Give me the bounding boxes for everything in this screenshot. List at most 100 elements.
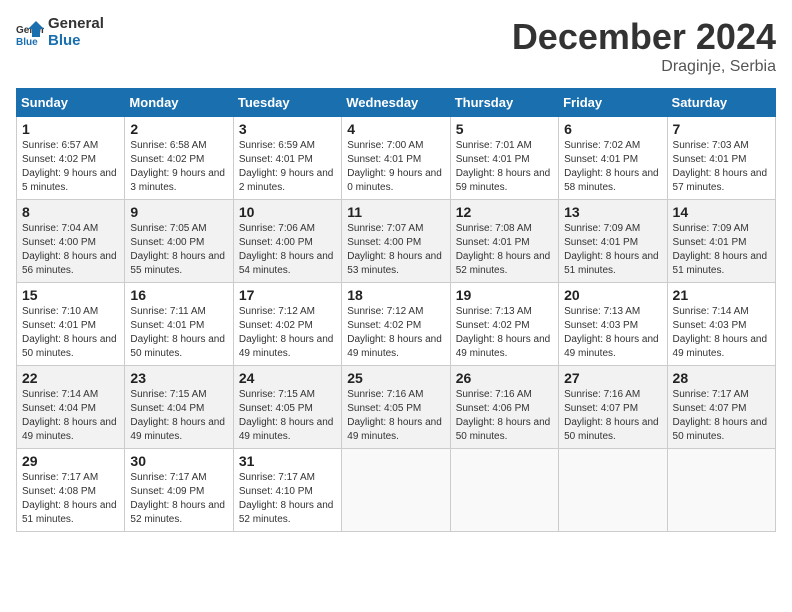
- day-number: 30: [130, 453, 227, 469]
- month-title: December 2024: [512, 16, 776, 58]
- calendar-cell: [559, 449, 667, 532]
- calendar-cell: 1 Sunrise: 6:57 AM Sunset: 4:02 PM Dayli…: [17, 117, 125, 200]
- calendar-week-row: 8 Sunrise: 7:04 AM Sunset: 4:00 PM Dayli…: [17, 200, 776, 283]
- logo: General Blue General Blue: [16, 16, 104, 49]
- calendar-cell: 5 Sunrise: 7:01 AM Sunset: 4:01 PM Dayli…: [450, 117, 558, 200]
- calendar-cell: 4 Sunrise: 7:00 AM Sunset: 4:01 PM Dayli…: [342, 117, 450, 200]
- day-info: Sunrise: 7:13 AM Sunset: 4:03 PM Dayligh…: [564, 305, 661, 361]
- day-info: Sunrise: 7:05 AM Sunset: 4:00 PM Dayligh…: [130, 222, 227, 278]
- calendar-cell: 6 Sunrise: 7:02 AM Sunset: 4:01 PM Dayli…: [559, 117, 667, 200]
- day-info: Sunrise: 7:03 AM Sunset: 4:01 PM Dayligh…: [673, 139, 770, 195]
- calendar-cell: 2 Sunrise: 6:58 AM Sunset: 4:02 PM Dayli…: [125, 117, 233, 200]
- day-number: 17: [239, 287, 336, 303]
- day-number: 3: [239, 121, 336, 137]
- day-number: 23: [130, 370, 227, 386]
- day-info: Sunrise: 6:57 AM Sunset: 4:02 PM Dayligh…: [22, 139, 119, 195]
- day-info: Sunrise: 7:04 AM Sunset: 4:00 PM Dayligh…: [22, 222, 119, 278]
- col-tuesday: Tuesday: [233, 89, 341, 117]
- day-number: 16: [130, 287, 227, 303]
- day-info: Sunrise: 7:11 AM Sunset: 4:01 PM Dayligh…: [130, 305, 227, 361]
- day-info: Sunrise: 7:16 AM Sunset: 4:06 PM Dayligh…: [456, 388, 553, 444]
- day-number: 20: [564, 287, 661, 303]
- calendar-cell: 23 Sunrise: 7:15 AM Sunset: 4:04 PM Dayl…: [125, 366, 233, 449]
- calendar-cell: [342, 449, 450, 532]
- day-number: 12: [456, 204, 553, 220]
- day-number: 31: [239, 453, 336, 469]
- calendar-cell: 8 Sunrise: 7:04 AM Sunset: 4:00 PM Dayli…: [17, 200, 125, 283]
- day-number: 28: [673, 370, 770, 386]
- day-number: 26: [456, 370, 553, 386]
- page-header: General Blue General Blue December 2024 …: [16, 16, 776, 76]
- calendar-cell: [450, 449, 558, 532]
- day-number: 5: [456, 121, 553, 137]
- calendar-week-row: 29 Sunrise: 7:17 AM Sunset: 4:08 PM Dayl…: [17, 449, 776, 532]
- day-number: 22: [22, 370, 119, 386]
- day-info: Sunrise: 7:07 AM Sunset: 4:00 PM Dayligh…: [347, 222, 444, 278]
- day-info: Sunrise: 7:02 AM Sunset: 4:01 PM Dayligh…: [564, 139, 661, 195]
- logo-icon: General Blue: [16, 19, 44, 47]
- logo-general: General: [48, 16, 104, 33]
- day-info: Sunrise: 6:58 AM Sunset: 4:02 PM Dayligh…: [130, 139, 227, 195]
- calendar-cell: 28 Sunrise: 7:17 AM Sunset: 4:07 PM Dayl…: [667, 366, 775, 449]
- col-monday: Monday: [125, 89, 233, 117]
- calendar-table: Sunday Monday Tuesday Wednesday Thursday…: [16, 88, 776, 532]
- calendar-week-row: 22 Sunrise: 7:14 AM Sunset: 4:04 PM Dayl…: [17, 366, 776, 449]
- day-info: Sunrise: 7:14 AM Sunset: 4:04 PM Dayligh…: [22, 388, 119, 444]
- calendar-cell: 14 Sunrise: 7:09 AM Sunset: 4:01 PM Dayl…: [667, 200, 775, 283]
- calendar-cell: 20 Sunrise: 7:13 AM Sunset: 4:03 PM Dayl…: [559, 283, 667, 366]
- calendar-cell: 29 Sunrise: 7:17 AM Sunset: 4:08 PM Dayl…: [17, 449, 125, 532]
- calendar-cell: 31 Sunrise: 7:17 AM Sunset: 4:10 PM Dayl…: [233, 449, 341, 532]
- day-info: Sunrise: 7:10 AM Sunset: 4:01 PM Dayligh…: [22, 305, 119, 361]
- day-number: 1: [22, 121, 119, 137]
- logo-blue: Blue: [48, 33, 104, 50]
- day-info: Sunrise: 7:00 AM Sunset: 4:01 PM Dayligh…: [347, 139, 444, 195]
- col-saturday: Saturday: [667, 89, 775, 117]
- day-info: Sunrise: 7:17 AM Sunset: 4:08 PM Dayligh…: [22, 471, 119, 527]
- calendar-cell: 18 Sunrise: 7:12 AM Sunset: 4:02 PM Dayl…: [342, 283, 450, 366]
- calendar-cell: 15 Sunrise: 7:10 AM Sunset: 4:01 PM Dayl…: [17, 283, 125, 366]
- calendar-cell: 10 Sunrise: 7:06 AM Sunset: 4:00 PM Dayl…: [233, 200, 341, 283]
- day-info: Sunrise: 7:01 AM Sunset: 4:01 PM Dayligh…: [456, 139, 553, 195]
- day-number: 9: [130, 204, 227, 220]
- svg-text:Blue: Blue: [16, 37, 38, 47]
- day-info: Sunrise: 7:08 AM Sunset: 4:01 PM Dayligh…: [456, 222, 553, 278]
- day-info: Sunrise: 7:09 AM Sunset: 4:01 PM Dayligh…: [564, 222, 661, 278]
- calendar-cell: 21 Sunrise: 7:14 AM Sunset: 4:03 PM Dayl…: [667, 283, 775, 366]
- day-info: Sunrise: 7:14 AM Sunset: 4:03 PM Dayligh…: [673, 305, 770, 361]
- day-number: 15: [22, 287, 119, 303]
- day-number: 10: [239, 204, 336, 220]
- day-info: Sunrise: 7:15 AM Sunset: 4:05 PM Dayligh…: [239, 388, 336, 444]
- calendar-cell: 13 Sunrise: 7:09 AM Sunset: 4:01 PM Dayl…: [559, 200, 667, 283]
- calendar-cell: 22 Sunrise: 7:14 AM Sunset: 4:04 PM Dayl…: [17, 366, 125, 449]
- calendar-cell: 16 Sunrise: 7:11 AM Sunset: 4:01 PM Dayl…: [125, 283, 233, 366]
- day-info: Sunrise: 7:17 AM Sunset: 4:10 PM Dayligh…: [239, 471, 336, 527]
- day-number: 25: [347, 370, 444, 386]
- day-info: Sunrise: 7:15 AM Sunset: 4:04 PM Dayligh…: [130, 388, 227, 444]
- day-number: 7: [673, 121, 770, 137]
- day-number: 4: [347, 121, 444, 137]
- calendar-cell: 30 Sunrise: 7:17 AM Sunset: 4:09 PM Dayl…: [125, 449, 233, 532]
- day-info: Sunrise: 7:13 AM Sunset: 4:02 PM Dayligh…: [456, 305, 553, 361]
- day-number: 11: [347, 204, 444, 220]
- day-info: Sunrise: 7:12 AM Sunset: 4:02 PM Dayligh…: [239, 305, 336, 361]
- calendar-cell: 26 Sunrise: 7:16 AM Sunset: 4:06 PM Dayl…: [450, 366, 558, 449]
- calendar-cell: 24 Sunrise: 7:15 AM Sunset: 4:05 PM Dayl…: [233, 366, 341, 449]
- location-subtitle: Draginje, Serbia: [512, 58, 776, 76]
- calendar-cell: 11 Sunrise: 7:07 AM Sunset: 4:00 PM Dayl…: [342, 200, 450, 283]
- day-number: 6: [564, 121, 661, 137]
- col-sunday: Sunday: [17, 89, 125, 117]
- col-thursday: Thursday: [450, 89, 558, 117]
- day-info: Sunrise: 7:17 AM Sunset: 4:09 PM Dayligh…: [130, 471, 227, 527]
- calendar-cell: 7 Sunrise: 7:03 AM Sunset: 4:01 PM Dayli…: [667, 117, 775, 200]
- day-number: 14: [673, 204, 770, 220]
- day-number: 27: [564, 370, 661, 386]
- calendar-cell: 12 Sunrise: 7:08 AM Sunset: 4:01 PM Dayl…: [450, 200, 558, 283]
- day-number: 2: [130, 121, 227, 137]
- day-number: 29: [22, 453, 119, 469]
- day-info: Sunrise: 7:06 AM Sunset: 4:00 PM Dayligh…: [239, 222, 336, 278]
- header-row: Sunday Monday Tuesday Wednesday Thursday…: [17, 89, 776, 117]
- day-number: 13: [564, 204, 661, 220]
- day-info: Sunrise: 7:17 AM Sunset: 4:07 PM Dayligh…: [673, 388, 770, 444]
- day-info: Sunrise: 7:16 AM Sunset: 4:05 PM Dayligh…: [347, 388, 444, 444]
- day-info: Sunrise: 7:12 AM Sunset: 4:02 PM Dayligh…: [347, 305, 444, 361]
